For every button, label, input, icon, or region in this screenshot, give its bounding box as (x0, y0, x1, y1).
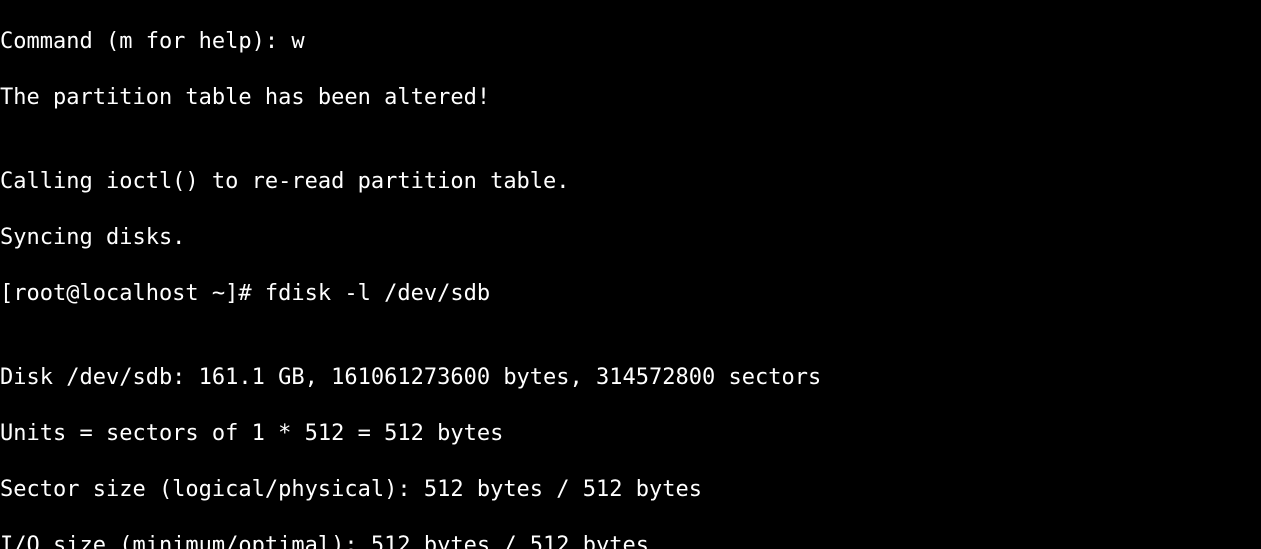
shell-prompt-fdisk-cmd: [root@localhost ~]# fdisk -l /dev/sdb (0, 280, 1261, 308)
fdisk-prompt-line: Command (m for help): w (0, 28, 1261, 56)
output-syncing: Syncing disks. (0, 224, 1261, 252)
disk-units: Units = sectors of 1 * 512 = 512 bytes (0, 420, 1261, 448)
output-ioctl: Calling ioctl() to re-read partition tab… (0, 168, 1261, 196)
terminal-window[interactable]: Command (m for help): w The partition ta… (0, 0, 1261, 549)
disk-sector-size: Sector size (logical/physical): 512 byte… (0, 476, 1261, 504)
disk-io-size: I/O size (minimum/optimal): 512 bytes / … (0, 532, 1261, 549)
output-altered: The partition table has been altered! (0, 84, 1261, 112)
disk-summary: Disk /dev/sdb: 161.1 GB, 161061273600 by… (0, 364, 1261, 392)
